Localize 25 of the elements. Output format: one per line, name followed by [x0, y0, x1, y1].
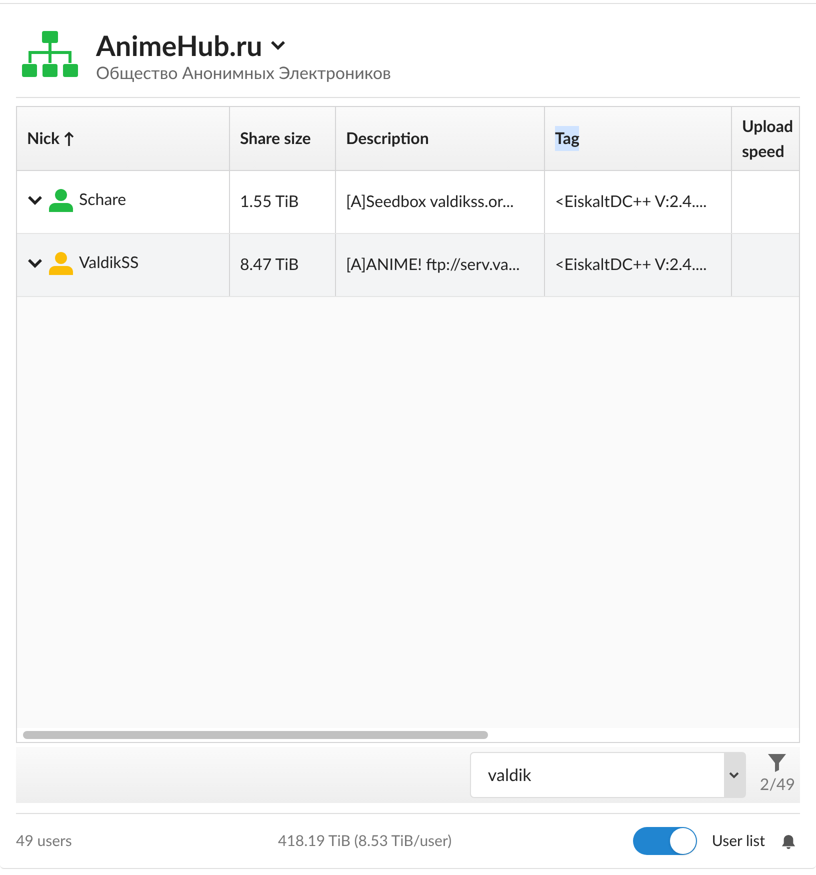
- user-list-toggle[interactable]: [632, 827, 697, 855]
- table-cell-text: 8.47 TiB: [240, 254, 299, 276]
- filter-icon: [767, 753, 788, 773]
- bell-icon[interactable]: [781, 834, 796, 848]
- dropdown-caret-icon[interactable]: [729, 771, 740, 779]
- filter-field[interactable]: valdik: [470, 752, 746, 798]
- hub-description: Общество Анонимных Электроников: [96, 62, 391, 84]
- table-cell-text: 1.55 TiB: [240, 191, 299, 213]
- column-header[interactable]: Nick: [17, 107, 230, 170]
- table-cell-text: [A]ANIME! ftp://serv.va...: [346, 254, 520, 276]
- hub-name: AnimeHub.ru: [96, 28, 262, 62]
- scrollbar[interactable]: [23, 731, 488, 739]
- column-header[interactable]: Tag: [545, 107, 732, 170]
- table-cell-text: <EiskaltDC++ V:2.4....: [555, 254, 707, 276]
- column-header[interactable]: Share size: [230, 107, 336, 170]
- table-cell-text: [A]Seedbox valdikss.or...: [346, 191, 514, 213]
- user-list-label: User list: [712, 830, 765, 852]
- filter-count: 2/49: [760, 774, 795, 796]
- total-share: 418.19 TiB (8.53 TiB/user): [278, 830, 452, 852]
- user-count: 49 users: [16, 830, 73, 852]
- column-header[interactable]: Description: [336, 107, 545, 170]
- user-nick[interactable]: ValdikSS: [79, 251, 139, 275]
- table-cell-text: <EiskaltDC++ V:2.4....: [555, 191, 707, 213]
- column-header[interactable]: Upload speed: [732, 107, 799, 170]
- user-nick[interactable]: Schare: [79, 188, 126, 212]
